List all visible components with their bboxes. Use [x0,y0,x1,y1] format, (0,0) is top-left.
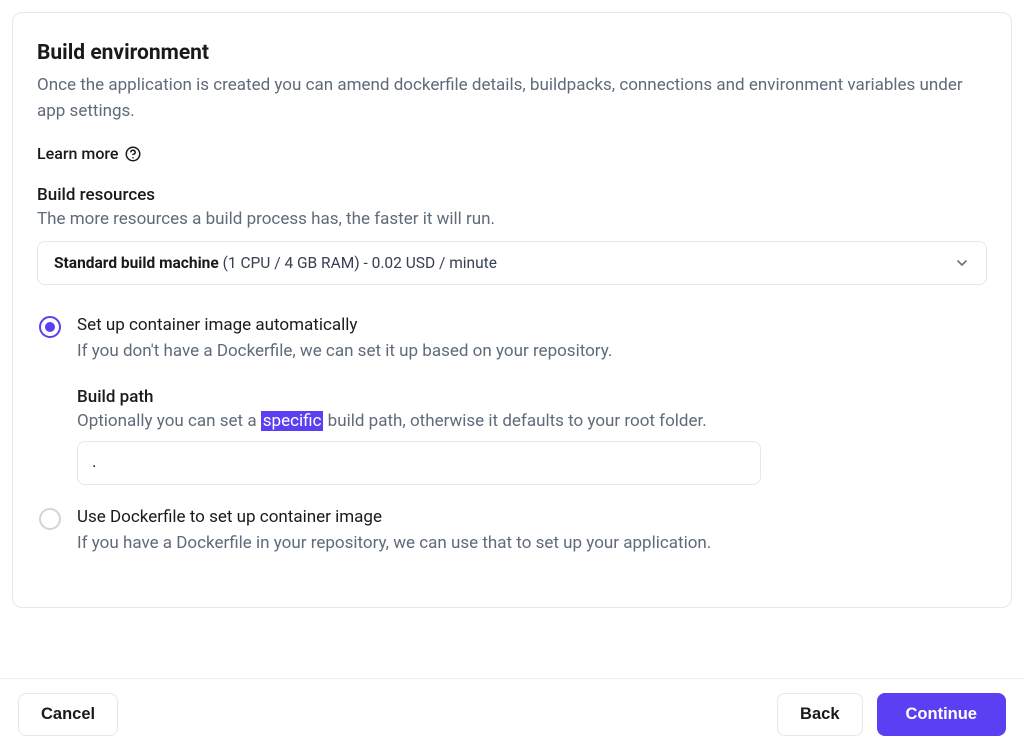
learn-more-link[interactable]: Learn more [37,144,142,163]
option-auto-description: If you don't have a Dockerfile, we can s… [77,341,985,361]
footer-bar: Cancel Back Continue [0,678,1024,754]
footer-right-group: Back Continue [777,693,1006,736]
build-resources-selected: Standard build machine (1 CPU / 4 GB RAM… [54,254,497,272]
option-auto-radio[interactable] [39,316,61,338]
option-dockerfile-title: Use Dockerfile to set up container image [77,507,985,527]
build-resources-heading: Build resources [37,185,987,205]
section-description: Once the application is created you can … [37,73,987,124]
option-auto-content: Set up container image automatically If … [77,315,985,379]
option-dockerfile-content: Use Dockerfile to set up container image… [77,507,985,571]
option-dockerfile-row: Use Dockerfile to set up container image… [39,507,985,571]
highlighted-text: specific [261,411,324,431]
build-resources-description: The more resources a build process has, … [37,209,987,229]
section-title: Build environment [37,41,987,65]
back-button[interactable]: Back [777,693,862,736]
build-path-description: Optionally you can set a specific build … [77,411,985,431]
build-path-input[interactable] [77,441,761,485]
container-setup-options: Set up container image automatically If … [37,315,987,571]
build-resources-select[interactable]: Standard build machine (1 CPU / 4 GB RAM… [37,241,987,285]
learn-more-label: Learn more [37,144,118,163]
build-path-label: Build path [77,387,985,407]
help-circle-icon [124,145,142,163]
option-dockerfile-description: If you have a Dockerfile in your reposit… [77,533,985,553]
option-dockerfile-radio[interactable] [39,508,61,530]
chevron-down-icon [954,255,970,271]
build-environment-card: Build environment Once the application i… [12,12,1012,608]
option-auto-row: Set up container image automatically If … [39,315,985,379]
build-path-section: Build path Optionally you can set a spec… [77,387,985,485]
cancel-button[interactable]: Cancel [18,693,118,736]
continue-button[interactable]: Continue [877,693,1007,736]
option-auto-title: Set up container image automatically [77,315,985,335]
